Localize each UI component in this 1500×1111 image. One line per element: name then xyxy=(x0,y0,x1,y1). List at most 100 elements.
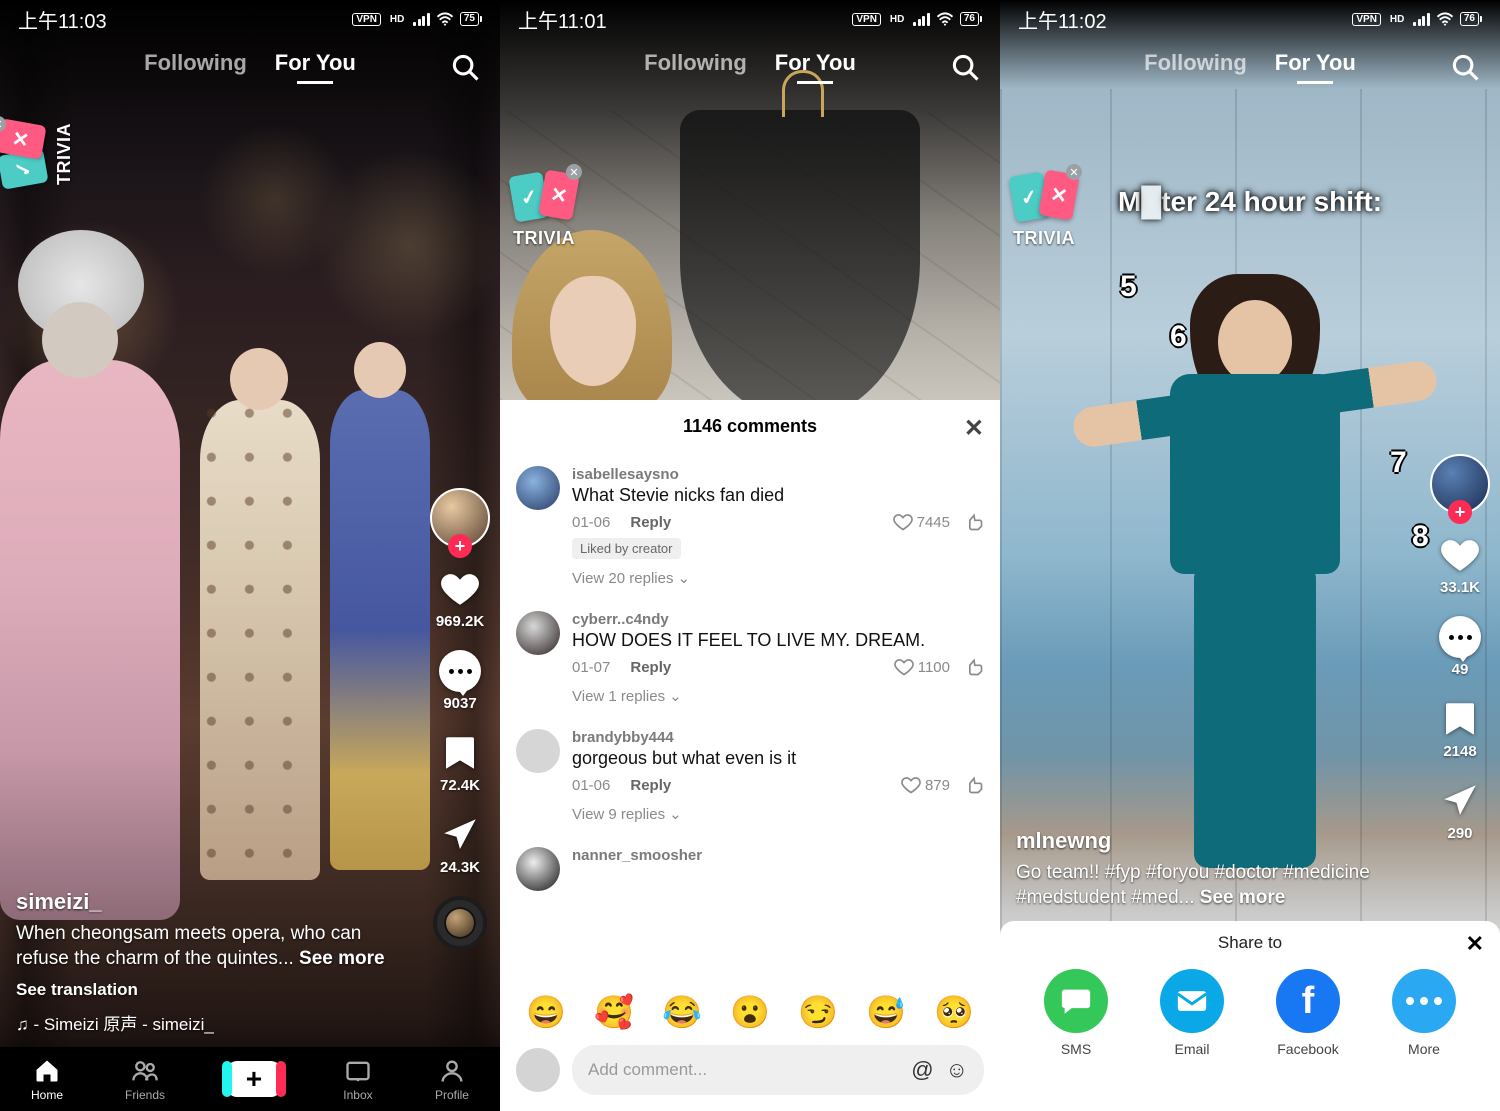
see-more[interactable]: See more xyxy=(1200,887,1286,908)
battery-icon: 76 xyxy=(960,12,982,26)
share-more[interactable]: More xyxy=(1392,969,1456,1057)
comment-item: cyberr..c4ndy HOW DOES IT FEEL TO LIVE M… xyxy=(516,599,984,717)
sound-disc[interactable] xyxy=(433,896,487,950)
trivia-badge[interactable]: ✓✕✕ TRIVIA xyxy=(1012,170,1076,249)
comment-item: brandybby444 gorgeous but what even is i… xyxy=(516,717,984,835)
see-more[interactable]: See more xyxy=(299,948,385,969)
search-button[interactable] xyxy=(450,52,480,87)
count-number: 8 xyxy=(1412,520,1429,554)
comment-button[interactable]: 9037 xyxy=(439,650,481,712)
tab-following[interactable]: Following xyxy=(1144,50,1247,76)
like-button[interactable]: 33.1K xyxy=(1439,534,1481,596)
share-options: SMS Email f Facebook More xyxy=(1000,959,1500,1067)
follow-plus-icon[interactable]: + xyxy=(1448,500,1472,524)
creator-avatar[interactable]: + xyxy=(430,488,490,548)
mention-icon[interactable]: @ xyxy=(911,1057,933,1083)
like-count: 969.2K xyxy=(436,613,484,630)
reply-button[interactable]: Reply xyxy=(630,777,671,794)
share-button[interactable]: 290 xyxy=(1439,780,1481,842)
search-button[interactable] xyxy=(950,52,980,87)
avatar[interactable] xyxy=(516,611,560,655)
trivia-badge[interactable]: ✓✕✕ TRIVIA xyxy=(0,122,75,186)
dislike-icon[interactable] xyxy=(964,775,984,795)
like-comment-button[interactable]: 1100 xyxy=(894,657,950,677)
comment-username[interactable]: brandybby444 xyxy=(572,729,984,746)
emoji-option[interactable]: 😂 xyxy=(662,993,702,1031)
comment-username[interactable]: cyberr..c4ndy xyxy=(572,611,984,628)
comment-button[interactable]: 49 xyxy=(1439,616,1481,678)
like-button[interactable]: 969.2K xyxy=(436,568,484,630)
close-icon[interactable]: ✕ xyxy=(566,164,582,180)
username[interactable]: mlnewng xyxy=(1016,828,1400,854)
search-button[interactable] xyxy=(1450,52,1480,87)
username[interactable]: simeizi_ xyxy=(16,889,410,915)
like-comment-button[interactable]: 879 xyxy=(901,775,950,795)
avatar[interactable] xyxy=(516,847,560,891)
comment-text: HOW DOES IT FEEL TO LIVE MY. DREAM. xyxy=(572,630,984,651)
tab-following[interactable]: Following xyxy=(144,50,247,76)
nav-profile[interactable]: Profile xyxy=(435,1056,469,1102)
share-email[interactable]: Email xyxy=(1160,969,1224,1057)
see-translation[interactable]: See translation xyxy=(16,980,410,1000)
like-comment-button[interactable]: 7445 xyxy=(893,512,950,532)
nav-home[interactable]: Home xyxy=(31,1056,63,1102)
trivia-badge[interactable]: ✓✕✕ TRIVIA xyxy=(512,170,576,249)
nav-create[interactable]: + xyxy=(227,1061,281,1097)
share-sms[interactable]: SMS xyxy=(1044,969,1108,1057)
vpn-badge: VPN xyxy=(1352,13,1381,26)
comment-input[interactable]: Add comment... @ ☺ xyxy=(572,1045,984,1095)
follow-plus-icon[interactable]: + xyxy=(448,534,472,558)
view-replies[interactable]: View 9 replies ⌄ xyxy=(572,805,984,823)
top-tabs: Following For You xyxy=(500,50,1000,76)
comment-count: 9037 xyxy=(443,695,476,712)
close-icon[interactable]: ✕ xyxy=(1466,931,1484,957)
tab-foryou[interactable]: For You xyxy=(1275,50,1356,76)
emoji-option[interactable]: 😄 xyxy=(526,993,566,1031)
avatar[interactable] xyxy=(516,729,560,773)
share-facebook[interactable]: f Facebook xyxy=(1276,969,1340,1057)
share-button[interactable]: 24.3K xyxy=(439,814,481,876)
creator-avatar[interactable]: + xyxy=(1430,454,1490,514)
wifi-icon xyxy=(936,12,954,26)
nav-friends[interactable]: Friends xyxy=(125,1056,165,1102)
view-replies[interactable]: View 1 replies ⌄ xyxy=(572,687,984,705)
tab-following[interactable]: Following xyxy=(644,50,747,76)
comment-date: 01-06 xyxy=(572,777,610,794)
emoji-option[interactable]: 😮 xyxy=(730,993,770,1031)
emoji-option[interactable]: 😏 xyxy=(798,993,838,1031)
my-avatar[interactable] xyxy=(516,1048,560,1092)
inbox-icon xyxy=(343,1056,373,1086)
comments-sheet: 1146 comments ✕ isabellesaysno What Stev… xyxy=(500,400,1000,1111)
music-info[interactable]: ♫ - Simeizi 原声 - simeizi_ xyxy=(16,1010,410,1035)
emoji-picker-icon[interactable]: ☺ xyxy=(946,1057,968,1083)
comment-username[interactable]: nanner_smoosher xyxy=(572,847,984,864)
nav-inbox[interactable]: Inbox xyxy=(343,1056,373,1102)
emoji-option[interactable]: 🥰 xyxy=(594,993,634,1031)
close-icon[interactable]: ✕ xyxy=(1066,164,1082,180)
close-icon[interactable]: ✕ xyxy=(964,414,984,443)
emoji-option[interactable]: 😅 xyxy=(866,993,906,1031)
tab-foryou[interactable]: For You xyxy=(775,50,856,76)
comment-input-row: Add comment... @ ☺ xyxy=(500,1037,1000,1111)
reply-button[interactable]: Reply xyxy=(630,514,671,531)
count-number: 7 xyxy=(1390,446,1407,480)
view-replies[interactable]: View 20 replies ⌄ xyxy=(572,569,984,587)
emoji-option[interactable]: 🥺 xyxy=(934,993,974,1031)
comment-username[interactable]: isabellesaysno xyxy=(572,466,984,483)
dislike-icon[interactable] xyxy=(964,512,984,532)
bookmark-button[interactable]: 2148 xyxy=(1439,698,1481,760)
dislike-icon[interactable] xyxy=(964,657,984,677)
like-count: 33.1K xyxy=(1440,579,1480,596)
battery-icon: 76 xyxy=(1460,12,1482,26)
more-icon xyxy=(1392,969,1456,1033)
wifi-icon xyxy=(436,12,454,26)
comment-item: nanner_smoosher xyxy=(516,835,984,903)
tab-foryou[interactable]: For You xyxy=(275,50,356,76)
video-info: mlnewng Go team!! #fyp #foryou #doctor #… xyxy=(1016,828,1400,911)
signal-icon xyxy=(413,12,430,26)
chevron-down-icon: ⌄ xyxy=(669,687,682,705)
comments-list[interactable]: isabellesaysno What Stevie nicks fan die… xyxy=(500,454,1000,983)
reply-button[interactable]: Reply xyxy=(630,659,671,676)
avatar[interactable] xyxy=(516,466,560,510)
bookmark-button[interactable]: 72.4K xyxy=(439,732,481,794)
